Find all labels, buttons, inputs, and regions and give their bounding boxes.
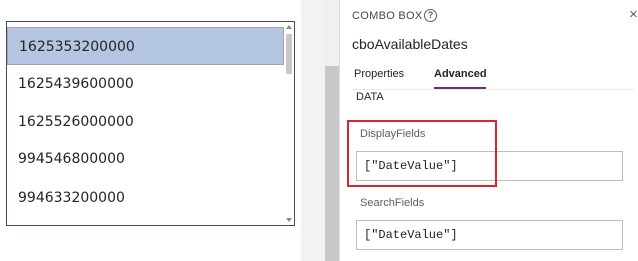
scroll-up-arrow-icon[interactable] <box>286 25 292 29</box>
close-icon[interactable]: × <box>629 7 638 22</box>
pane-scrollbar[interactable] <box>325 0 339 261</box>
list-scroll-thumb[interactable] <box>286 34 292 74</box>
combo-dropdown-list[interactable]: 1625353200000 1625439600000 162552600000… <box>6 21 295 226</box>
list-item[interactable]: 994633200000 <box>7 179 284 217</box>
tabs-divider <box>352 89 634 90</box>
help-icon[interactable]: ? <box>424 9 437 22</box>
list-item[interactable]: 994546800000 <box>7 140 284 178</box>
pane-scroll-thumb[interactable] <box>325 66 339 261</box>
list-item[interactable]: 1625353200000 <box>7 27 284 65</box>
highlight-annotation-box <box>347 120 497 187</box>
tab-properties[interactable]: Properties <box>354 68 404 80</box>
canvas-gutter <box>301 0 325 261</box>
list-item[interactable]: 1625526000000 <box>7 103 284 141</box>
section-title-data: DATA <box>356 91 384 103</box>
tab-advanced[interactable]: Advanced <box>434 68 487 80</box>
scroll-down-arrow-icon[interactable] <box>286 218 292 222</box>
list-item[interactable]: 1625439600000 <box>7 65 284 103</box>
control-type-label: COMBO BOX <box>352 10 423 22</box>
search-fields-input[interactable]: ["DateValue"] <box>356 220 623 250</box>
list-scrollbar[interactable] <box>284 22 294 225</box>
property-pane: COMBO BOX ? × cboAvailableDates Properti… <box>340 0 638 261</box>
control-name[interactable]: cboAvailableDates <box>352 36 468 52</box>
search-fields-label: SearchFields <box>360 197 425 209</box>
